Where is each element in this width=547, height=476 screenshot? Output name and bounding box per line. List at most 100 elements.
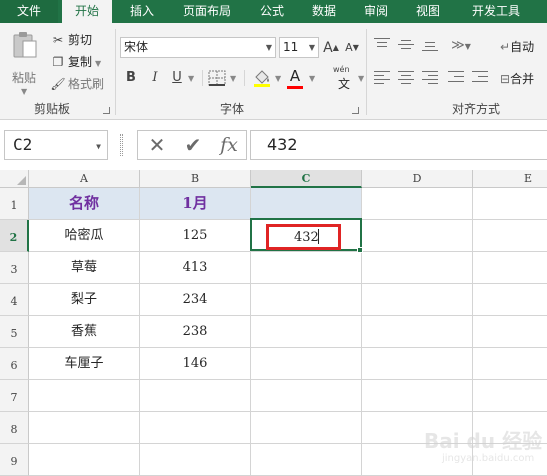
- align-center-button[interactable]: [398, 69, 416, 85]
- cell-c6[interactable]: [251, 348, 362, 380]
- cell-d5[interactable]: [362, 316, 473, 348]
- tab-home[interactable]: 开始: [62, 0, 112, 23]
- cell-c3[interactable]: [251, 252, 362, 284]
- grow-font-button[interactable]: A▲: [322, 37, 340, 59]
- cell-c8[interactable]: [251, 412, 362, 444]
- italic-button[interactable]: I: [146, 67, 164, 89]
- font-dialog-launcher-icon[interactable]: [352, 107, 359, 114]
- tab-insert[interactable]: 插入: [118, 0, 166, 23]
- column-header-d[interactable]: D: [362, 170, 473, 188]
- cell-c5[interactable]: [251, 316, 362, 348]
- column-header-a[interactable]: A: [29, 170, 140, 188]
- cell-a1[interactable]: 名称: [29, 188, 140, 220]
- cell-b7[interactable]: [140, 380, 251, 412]
- cell-b5[interactable]: 238: [140, 316, 251, 348]
- row-header-9[interactable]: 9: [0, 444, 29, 476]
- cell-a3[interactable]: 草莓: [29, 252, 140, 284]
- cell-d7[interactable]: [362, 380, 473, 412]
- cell-b1[interactable]: 1月: [140, 188, 251, 220]
- cell-b6[interactable]: 146: [140, 348, 251, 380]
- cell-c7[interactable]: [251, 380, 362, 412]
- chevron-down-icon[interactable]: ▼: [309, 74, 315, 83]
- row-header-3[interactable]: 3: [0, 252, 29, 284]
- cell-a5[interactable]: 香蕉: [29, 316, 140, 348]
- format-painter-button[interactable]: 🖌 格式刷: [50, 75, 104, 93]
- check-icon[interactable]: ✔: [176, 131, 210, 159]
- cell-e5[interactable]: [473, 316, 547, 348]
- cell-d1[interactable]: [362, 188, 473, 220]
- cancel-x-icon[interactable]: ✕: [140, 131, 174, 159]
- formula-input[interactable]: 432: [250, 130, 547, 160]
- clipboard-dialog-launcher-icon[interactable]: [103, 107, 110, 114]
- cell-b8[interactable]: [140, 412, 251, 444]
- cell-b3[interactable]: 413: [140, 252, 251, 284]
- phonetic-button[interactable]: wén 文: [333, 65, 357, 91]
- tab-review[interactable]: 审阅: [354, 0, 398, 23]
- copy-button[interactable]: ❐ 复制 ▼: [50, 53, 102, 71]
- tab-file[interactable]: 文件: [0, 0, 58, 23]
- cell-a8[interactable]: [29, 412, 140, 444]
- cell-a6[interactable]: 车厘子: [29, 348, 140, 380]
- cell-e3[interactable]: [473, 252, 547, 284]
- tab-view[interactable]: 视图: [406, 0, 450, 23]
- row-header-8[interactable]: 8: [0, 412, 29, 444]
- cell-d3[interactable]: [362, 252, 473, 284]
- cell-b4[interactable]: 234: [140, 284, 251, 316]
- align-right-button[interactable]: [422, 69, 440, 85]
- chevron-down-icon[interactable]: ▼: [275, 74, 281, 83]
- cell-d4[interactable]: [362, 284, 473, 316]
- cell-d6[interactable]: [362, 348, 473, 380]
- tab-data[interactable]: 数据: [302, 0, 346, 23]
- font-color-button[interactable]: A: [285, 65, 305, 87]
- tab-developer[interactable]: 开发工具: [458, 0, 534, 23]
- merge-center-button[interactable]: ⊟合并: [500, 70, 534, 87]
- cell-a7[interactable]: [29, 380, 140, 412]
- decrease-indent-button[interactable]: [448, 69, 466, 85]
- font-name-select[interactable]: 宋体 ▼: [120, 37, 276, 58]
- row-header-1[interactable]: 1: [0, 188, 29, 220]
- row-header-7[interactable]: 7: [0, 380, 29, 412]
- cell-b2[interactable]: 125: [140, 220, 251, 252]
- border-icon[interactable]: [208, 70, 226, 86]
- cut-button[interactable]: ✂ 剪切: [50, 31, 92, 49]
- fill-handle[interactable]: [357, 247, 363, 253]
- cell-a2[interactable]: 哈密瓜: [29, 220, 140, 252]
- cell-c1[interactable]: [251, 188, 362, 220]
- align-top-button[interactable]: [374, 37, 392, 53]
- row-header-5[interactable]: 5: [0, 316, 29, 348]
- fill-color-icon[interactable]: [252, 68, 272, 88]
- chevron-down-icon[interactable]: ▼: [188, 74, 194, 83]
- shrink-font-button[interactable]: A▼: [343, 37, 361, 59]
- tab-formulas[interactable]: 公式: [250, 0, 294, 23]
- align-left-button[interactable]: [374, 69, 392, 85]
- name-box[interactable]: C2 ▼: [4, 130, 108, 160]
- wrap-text-button[interactable]: ↵自动: [500, 38, 534, 55]
- font-size-select[interactable]: 11 ▼: [279, 37, 319, 58]
- column-header-e[interactable]: E: [473, 170, 547, 188]
- column-header-b[interactable]: B: [140, 170, 251, 188]
- row-header-6[interactable]: 6: [0, 348, 29, 380]
- cell-e7[interactable]: [473, 380, 547, 412]
- cell-e4[interactable]: [473, 284, 547, 316]
- cell-e2[interactable]: [473, 220, 547, 252]
- underline-button[interactable]: U: [168, 67, 186, 89]
- chevron-down-icon[interactable]: ▼: [230, 74, 236, 83]
- bold-button[interactable]: B: [122, 67, 140, 89]
- cell-a9[interactable]: [29, 444, 140, 476]
- cell-c4[interactable]: [251, 284, 362, 316]
- cell-a4[interactable]: 梨子: [29, 284, 140, 316]
- tab-page-layout[interactable]: 页面布局: [172, 0, 242, 23]
- orientation-button[interactable]: ≫▼: [448, 35, 474, 57]
- formula-bar-grip[interactable]: [120, 134, 123, 156]
- align-middle-button[interactable]: [398, 37, 416, 53]
- increase-indent-button[interactable]: [472, 69, 490, 85]
- cell-c9[interactable]: [251, 444, 362, 476]
- column-header-c[interactable]: C: [251, 170, 362, 188]
- insert-function-button[interactable]: fx: [212, 131, 246, 159]
- row-header-2[interactable]: 2: [0, 220, 29, 252]
- cell-d2[interactable]: [362, 220, 473, 252]
- chevron-down-icon[interactable]: ▼: [358, 74, 364, 83]
- paste-button[interactable]: 粘贴 ▼: [6, 31, 42, 96]
- align-bottom-button[interactable]: [422, 37, 440, 53]
- cell-e6[interactable]: [473, 348, 547, 380]
